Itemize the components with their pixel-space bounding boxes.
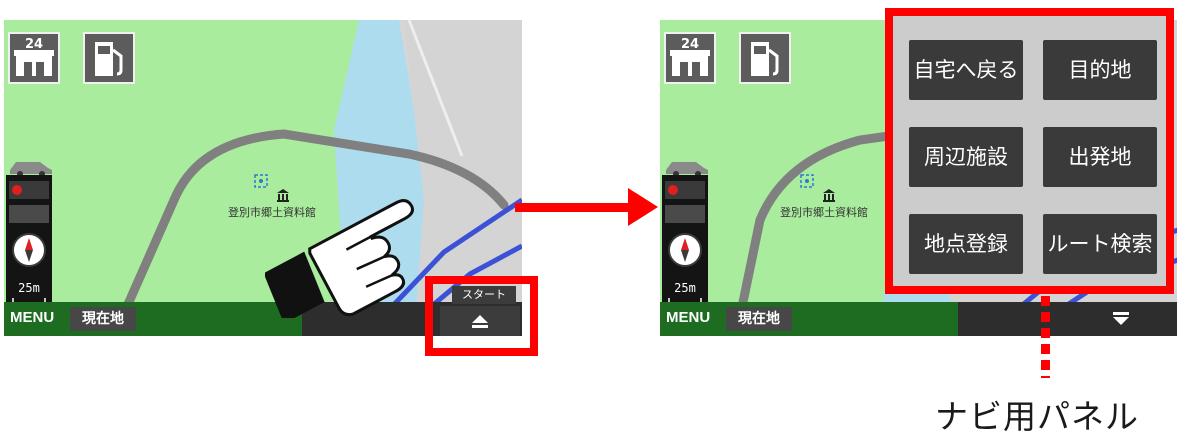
map-mode-button[interactable]: [665, 205, 705, 223]
map-scale-label: 25m: [674, 281, 696, 295]
current-location-button[interactable]: 現在地: [726, 307, 792, 331]
convenience-store-badge: 24: [681, 37, 699, 52]
bottom-bar: MENU 現在地: [660, 302, 1177, 336]
map-mode-button[interactable]: [9, 205, 49, 223]
route-search-button[interactable]: ルート検索: [1043, 214, 1157, 274]
destination-button[interactable]: 目的地: [1043, 40, 1157, 100]
traffic-info-icon[interactable]: [9, 181, 49, 199]
convenience-store-icon[interactable]: 24: [8, 32, 60, 84]
gas-station-icon[interactable]: [83, 32, 135, 84]
poi-label: 登別市郷土資料館: [780, 206, 868, 219]
traffic-info-icon[interactable]: [665, 181, 705, 199]
compass-icon[interactable]: [668, 233, 702, 267]
navi-panel: 自宅へ戻る 目的地 周辺施設 出発地 地点登録 ルート検索: [885, 8, 1174, 294]
menu-button[interactable]: MENU: [10, 309, 54, 326]
map-side-toolbar: 25m: [662, 175, 708, 317]
callout-dotted-line: [1041, 296, 1050, 378]
car-position-icon: [666, 162, 708, 176]
menu-button[interactable]: MENU: [666, 309, 710, 326]
poi-target-icon: [254, 174, 268, 188]
transition-arrow: [515, 203, 630, 212]
current-location-button[interactable]: 現在地: [70, 307, 136, 331]
transition-arrow-head: [628, 188, 658, 226]
nearby-facilities-button[interactable]: 周辺施設: [909, 127, 1023, 187]
gas-station-icon[interactable]: [739, 32, 791, 84]
convenience-store-icon[interactable]: 24: [664, 32, 716, 84]
go-home-button[interactable]: 自宅へ戻る: [909, 40, 1023, 100]
close-navi-panel-icon[interactable]: [1106, 310, 1136, 328]
register-point-button[interactable]: 地点登録: [909, 214, 1023, 274]
pointing-hand-icon: [265, 199, 415, 318]
map-scale-label: 25m: [18, 281, 40, 295]
car-position-icon: [10, 162, 52, 176]
departure-point-button[interactable]: 出発地: [1043, 127, 1157, 187]
convenience-store-badge: 24: [25, 37, 43, 52]
navi-panel-caption: ナビ用パネル: [935, 397, 1139, 436]
poi-target-icon: [800, 174, 814, 188]
museum-icon: [823, 189, 835, 202]
compass-icon[interactable]: [12, 233, 46, 267]
map-side-toolbar: 25m: [6, 175, 52, 317]
